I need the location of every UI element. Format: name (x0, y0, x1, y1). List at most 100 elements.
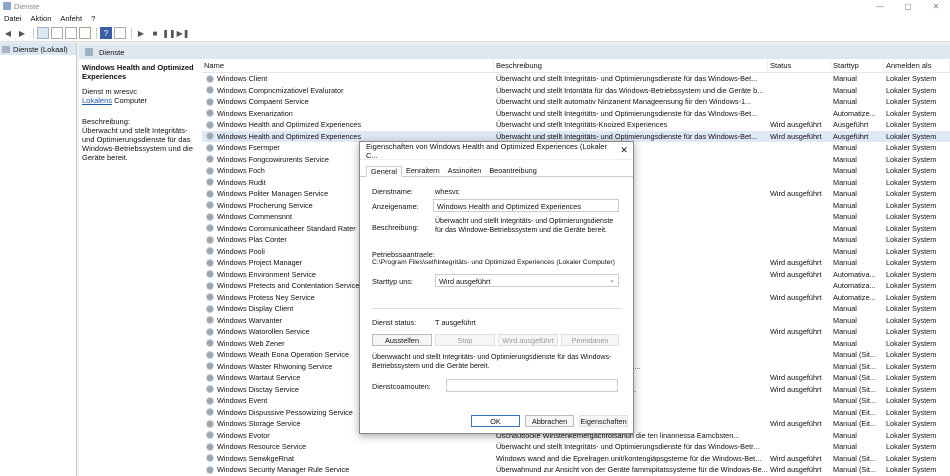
table-header: Name Beschreibung Status Starttyp Anmeld… (202, 58, 950, 73)
tab-recovery[interactable]: Assinoiten (444, 166, 486, 177)
apply-button[interactable]: Eigenschaften (579, 415, 628, 427)
cell-starttype: Manual (833, 442, 857, 451)
service-action-link[interactable]: Lokalens (82, 96, 112, 105)
table-row[interactable]: Windows Security Manager Rule Service Übe… (202, 464, 950, 476)
cell-status: Wird ausgeführt (770, 327, 822, 336)
gear-icon (206, 442, 214, 451)
service-name: Windows Weath Eona Operation Service (217, 350, 350, 359)
service-name: Windows Compncmizatiovel Evalurator (217, 85, 344, 95)
table-row[interactable]: Windows Health and Optimized Experiences… (202, 119, 950, 131)
pause-button[interactable]: Wird ausgeführt (498, 334, 558, 346)
service-name: Windows Plas Conter (217, 235, 287, 244)
description-field[interactable]: Überwacht und stellt Integritäts- und Op… (435, 218, 620, 235)
cell-logon: Lokaler System (886, 419, 937, 428)
close-icon[interactable]: ✕ (615, 145, 633, 156)
cell-status: Wird ausgeführt (770, 189, 822, 198)
starttype-select[interactable]: Wird ausgeführt ⌄ (435, 274, 619, 287)
cell-description: Windows wand and die Eprelragen unit/kon… (496, 453, 762, 463)
cell-name: Windows Security Manager Rule Service (202, 464, 494, 476)
gear-icon (206, 132, 214, 141)
display-name-field[interactable]: Windows Health and Optimized Experiences (433, 199, 619, 212)
starttype-value: Wird ausgeführt (439, 277, 491, 286)
cell-status (768, 246, 831, 258)
gear-icon (85, 48, 93, 56)
cell-starttype: Automativa... (833, 269, 876, 279)
service-name: Windows Waster Rhwoning Service (217, 361, 333, 371)
menu-help[interactable]: ? (91, 14, 95, 23)
column-description[interactable]: Beschreibung (494, 58, 768, 73)
properties-icon[interactable] (51, 27, 63, 39)
tab-dependencies[interactable]: Beoantreibung (485, 166, 540, 177)
start-params-input[interactable] (446, 379, 618, 392)
start-button[interactable]: Ausstelfen (372, 334, 432, 346)
cell-status (768, 315, 831, 327)
view-icon[interactable] (114, 27, 126, 39)
service-link-suffix: Computer (112, 96, 148, 105)
restart-service-icon[interactable]: ▶❚ (177, 27, 190, 39)
cell-logon: Lokaler System (886, 315, 937, 325)
starttype-label: Starttyp uns: (372, 277, 413, 286)
cell-logon: Lokaler System (886, 235, 937, 244)
column-starttype[interactable]: Starttyp (831, 58, 884, 73)
resume-button[interactable]: Pemidanen (561, 334, 619, 346)
stop-service-icon[interactable]: ■ (149, 27, 161, 39)
cell-status: Wird ausgeführt (770, 373, 822, 382)
tab-general[interactable]: General (366, 166, 402, 177)
cell-starttype: Ausgeführt (833, 131, 869, 141)
back-icon[interactable]: ◀ (2, 27, 14, 39)
column-name[interactable]: Name (202, 58, 494, 73)
cell-logon: Lokaler System (886, 143, 937, 152)
tree-node-services-local[interactable]: Dienste (Lokaal) (0, 43, 76, 55)
help-icon[interactable]: ? (100, 27, 112, 39)
cell-name: Windows Compncmizatiovel Evalurator (202, 85, 494, 97)
console-tree-icon[interactable] (37, 27, 49, 39)
table-row[interactable]: Windows Compncmizatiovel Evalurator Überw… (202, 85, 950, 97)
cell-status (768, 441, 831, 453)
service-name: Windows Dispussive Pessowizing Service (217, 407, 353, 417)
column-status[interactable]: Status (768, 58, 831, 73)
cancel-button[interactable]: Abbrachen (525, 415, 574, 427)
cell-logon: Lokaler System (886, 269, 937, 279)
services-header: Dienste (79, 45, 950, 59)
service-name: Windows Security Manager Rule Service (217, 465, 350, 474)
minimize-icon[interactable]: — (866, 2, 894, 11)
stop-button[interactable]: Stop (435, 334, 495, 346)
cell-starttype: Automatize... (833, 292, 876, 302)
table-row[interactable]: Windows Resource Service Überwacht und st… (202, 441, 950, 453)
description-line: Windows-Betriebssystem und die (82, 144, 193, 153)
gear-icon (206, 178, 214, 187)
cell-status (768, 211, 831, 223)
maximize-icon[interactable]: ▢ (894, 2, 922, 11)
column-logon-as[interactable]: Anmelden als (884, 58, 950, 73)
cell-description: Überwacht und stellt Integritäts- und Op… (496, 74, 758, 83)
table-row[interactable]: Windows Client Überwacht und stellt Integ… (202, 73, 950, 85)
service-name: Windows Health and Optimized Experiences (217, 131, 361, 141)
cell-starttype: Manual (Sit... (833, 350, 876, 359)
pause-service-icon[interactable]: ❚❚ (162, 27, 175, 39)
forward-icon[interactable]: ▶ (16, 27, 28, 39)
cell-logon: Lokaler System (886, 327, 937, 336)
cell-logon: Lokaler System (886, 407, 937, 417)
table-row[interactable]: Windows SenwkgeRnat Windows wand and die … (202, 453, 950, 465)
start-service-icon[interactable]: ▶ (135, 27, 147, 39)
ok-button[interactable]: OK (471, 415, 520, 427)
menu-aktion[interactable]: Aktion (31, 14, 52, 23)
gear-icon (206, 143, 214, 152)
menu-ansicht[interactable]: Anfeht (60, 14, 82, 23)
export-icon[interactable] (79, 27, 91, 39)
menu-datei[interactable]: Datei (4, 14, 22, 23)
cell-logon: Lokaler System (886, 246, 937, 256)
service-name: Windows Web Zener (217, 338, 285, 348)
service-name: Windows Evotor (217, 430, 270, 440)
close-icon[interactable]: ✕ (922, 2, 950, 11)
service-status-label: Dienst status: (372, 318, 417, 327)
table-row[interactable]: Windows Compaent Service Überwacht und st… (202, 96, 950, 108)
cell-status: Wird ausgeführt (770, 453, 822, 463)
table-row[interactable]: Windows Exenarization Überwacht und stell… (202, 108, 950, 120)
cell-starttype: Manual (833, 200, 857, 210)
tab-logon[interactable]: Eenraitern (402, 166, 444, 177)
refresh-icon[interactable] (65, 27, 77, 39)
cell-status (768, 177, 831, 189)
service-name: Windows Procherung Service (217, 200, 313, 210)
cell-starttype: Manual (833, 315, 857, 325)
